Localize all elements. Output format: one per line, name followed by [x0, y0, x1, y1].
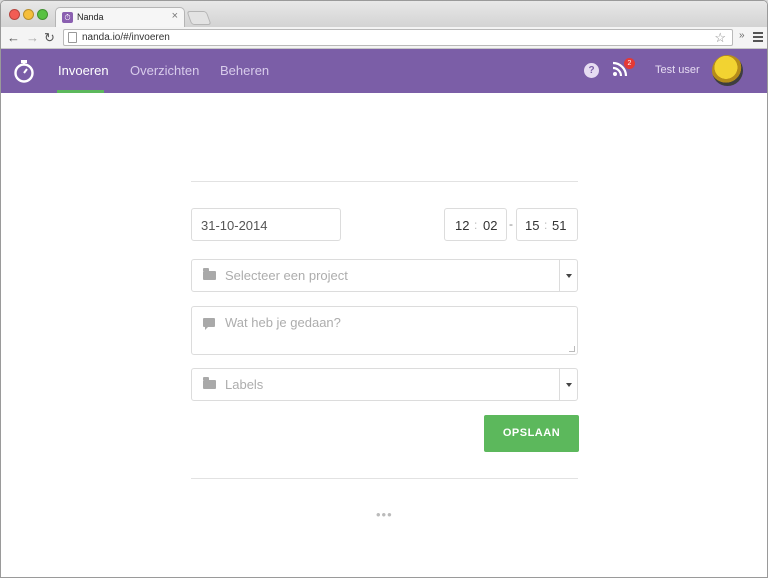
browser-tab[interactable]: ⏱ Nanda ×: [55, 7, 185, 28]
folder-icon: [203, 377, 216, 389]
resize-handle[interactable]: [569, 346, 575, 352]
new-tab-button[interactable]: [186, 11, 212, 25]
start-hours[interactable]: 12: [455, 218, 469, 233]
browser-toolbar: ← → ↻ nanda.io/#/invoeren ☆ »: [1, 27, 767, 49]
start-minutes[interactable]: 02: [483, 218, 497, 233]
description-textarea[interactable]: Wat heb je gedaan?: [191, 306, 578, 355]
bottom-divider: [191, 478, 578, 479]
start-time-colon: :: [474, 218, 478, 232]
browser-window: ⏱ Nanda × ← → ↻ nanda.io/#/invoeren ☆ » …: [0, 0, 768, 578]
chevron-down-icon[interactable]: [559, 369, 577, 400]
date-value: 31-10-2014: [201, 218, 268, 233]
end-time-input[interactable]: 15 : 51: [516, 208, 578, 241]
avatar[interactable]: [712, 55, 743, 86]
tab-title: Nanda: [77, 12, 104, 22]
reload-icon[interactable]: ↻: [44, 29, 55, 47]
star-icon[interactable]: ☆: [714, 30, 726, 46]
back-icon[interactable]: ←: [7, 29, 20, 47]
project-select[interactable]: Selecteer een project: [191, 259, 578, 292]
end-minutes[interactable]: 51: [552, 218, 566, 233]
extensions-overflow-icon[interactable]: »: [739, 30, 745, 41]
username[interactable]: Test user: [655, 64, 700, 76]
url-text: nanda.io/#/invoeren: [82, 32, 170, 43]
favicon-icon: ⏱: [62, 12, 73, 23]
active-nav-indicator: [57, 90, 104, 93]
page-icon: [68, 32, 77, 43]
folder-icon: [203, 268, 216, 280]
stopwatch-icon[interactable]: [13, 59, 35, 83]
help-icon[interactable]: ?: [584, 63, 599, 78]
tab-close-icon[interactable]: ×: [172, 10, 178, 22]
minimize-window-button[interactable]: [23, 9, 34, 20]
close-window-button[interactable]: [9, 9, 20, 20]
chevron-down-icon[interactable]: [559, 260, 577, 291]
start-time-input[interactable]: 12 : 02: [444, 208, 507, 241]
nav-overzichten[interactable]: Overzichten: [130, 63, 199, 78]
address-bar[interactable]: nanda.io/#/invoeren ☆: [63, 29, 733, 46]
notification-badge: 2: [624, 58, 635, 69]
nav-invoeren[interactable]: Invoeren: [58, 63, 109, 78]
project-placeholder: Selecteer een project: [225, 268, 348, 283]
top-divider: [191, 181, 578, 182]
labels-placeholder: Labels: [225, 377, 264, 392]
labels-select[interactable]: Labels: [191, 368, 578, 401]
time-range-separator: -: [509, 217, 513, 231]
tab-bar: ⏱ Nanda ×: [1, 1, 767, 28]
description-placeholder: Wat heb je gedaan?: [225, 315, 341, 330]
end-time-colon: :: [544, 218, 548, 232]
save-button[interactable]: OPSLAAN: [484, 415, 579, 452]
more-indicator[interactable]: •••: [376, 507, 393, 522]
comment-icon: [203, 318, 215, 330]
app-header: Invoeren Overzichten Beheren ? 2 Test us…: [1, 49, 767, 93]
end-hours[interactable]: 15: [525, 218, 539, 233]
menu-icon[interactable]: [753, 32, 763, 44]
zoom-window-button[interactable]: [37, 9, 48, 20]
forward-icon[interactable]: →: [26, 29, 39, 47]
nav-beheren[interactable]: Beheren: [220, 63, 269, 78]
date-input[interactable]: 31-10-2014: [191, 208, 341, 241]
